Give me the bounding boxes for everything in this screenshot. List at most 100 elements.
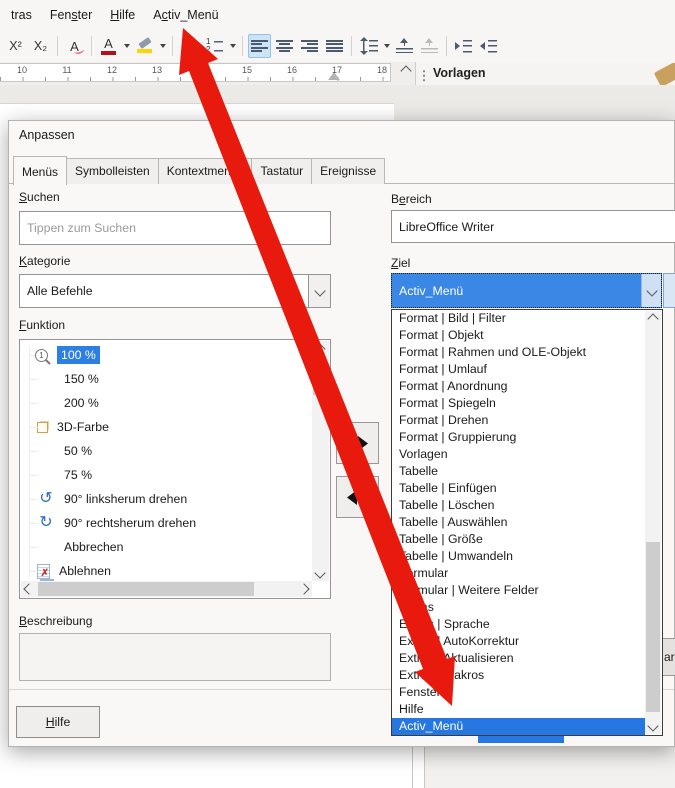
subscript-icon[interactable]: X₂ xyxy=(29,34,52,58)
scroll-left-icon[interactable] xyxy=(21,581,37,597)
remove-item-button[interactable] xyxy=(336,476,379,518)
target-option-tabelle-gr-e[interactable]: Tabelle | Größe xyxy=(392,531,645,548)
function-item-label: 3D-Farbe xyxy=(57,420,109,434)
menu-item-hilfe[interactable]: Hilfe xyxy=(101,4,144,26)
superscript-icon[interactable]: X² xyxy=(4,34,27,58)
target-menu-button[interactable] xyxy=(663,273,675,308)
tab-men-s[interactable]: Menüs xyxy=(13,156,67,185)
panel-edge-line xyxy=(424,747,425,788)
align-justify-icon[interactable] xyxy=(323,34,346,58)
align-left-icon[interactable] xyxy=(248,34,271,58)
help-button[interactable]: Hilfe xyxy=(16,706,100,738)
target-option-tabelle-ausw-hlen[interactable]: Tabelle | Auswählen xyxy=(392,514,645,531)
toolbar-separator xyxy=(351,36,352,56)
document-area-bottom xyxy=(0,747,675,788)
scroll-down-icon[interactable] xyxy=(645,718,661,734)
function-item-90-linksherum-drehen[interactable]: ↺90° linksherum drehen xyxy=(21,487,187,511)
target-option-format-gruppierung[interactable]: Format | Gruppierung xyxy=(392,429,645,446)
target-option-tabelle[interactable]: Tabelle xyxy=(392,463,645,480)
search-input[interactable] xyxy=(19,211,331,245)
target-option-format-objekt[interactable]: Format | Objekt xyxy=(392,327,645,344)
tab-symbolleisten[interactable]: Symbolleisten xyxy=(66,158,159,184)
target-option-formular-weitere-felder[interactable]: Formular | Weitere Felder xyxy=(392,582,645,599)
target-option-activ-men[interactable]: Activ_Menü xyxy=(392,718,645,735)
target-option-tabelle-einf-gen[interactable]: Tabelle | Einfügen xyxy=(392,480,645,497)
dropdown-scrollbar[interactable] xyxy=(645,311,661,734)
font-color-icon[interactable]: A xyxy=(97,34,120,58)
target-option-format-drehen[interactable]: Format | Drehen xyxy=(392,412,645,429)
category-select[interactable]: Alle Befehle xyxy=(19,274,331,308)
menu-item-activ-men[interactable]: Activ_Menü xyxy=(144,4,227,26)
rotate-left-icon: ↺ xyxy=(37,491,55,507)
target-dropdown-list[interactable]: Format | Bild | FilterFormat | ObjektFor… xyxy=(391,309,663,736)
function-item-100[interactable]: 1100 % xyxy=(21,343,100,367)
target-combobox[interactable]: Activ_Menü xyxy=(391,273,662,308)
decrease-indent-icon[interactable] xyxy=(477,34,500,58)
horizontal-ruler[interactable]: 101112131415161718 xyxy=(0,63,391,82)
target-option-format-anordnung[interactable]: Format | Anordnung xyxy=(392,378,645,395)
ruler-number: 18 xyxy=(372,65,392,75)
line-spacing-dropdown-icon[interactable] xyxy=(384,44,390,48)
function-item-50[interactable]: 50 % xyxy=(21,439,92,463)
clear-formatting-icon[interactable]: A xyxy=(63,34,86,58)
spotlight-brush-icon[interactable] xyxy=(654,61,675,87)
panel-drag-handle-icon[interactable] xyxy=(422,69,426,83)
target-option-tabelle-l-schen[interactable]: Tabelle | Löschen xyxy=(392,497,645,514)
target-option-extras-autokorrektur[interactable]: Extras | AutoKorrektur xyxy=(392,633,645,650)
function-item-75[interactable]: 75 % xyxy=(21,463,92,487)
function-item-200[interactable]: 200 % xyxy=(21,391,99,415)
function-item-150[interactable]: 150 % xyxy=(21,367,99,391)
target-option-hilfe[interactable]: Hilfe xyxy=(392,701,645,718)
scroll-down-icon[interactable] xyxy=(312,565,328,581)
clipped-standard-button[interactable]: ard xyxy=(662,638,675,676)
target-option-extras-sprache[interactable]: Extras | Sprache xyxy=(392,616,645,633)
increase-paragraph-spacing-icon[interactable] xyxy=(393,34,416,58)
scroll-right-icon[interactable] xyxy=(296,581,312,597)
increase-indent-icon[interactable] xyxy=(452,34,475,58)
menu-item-tras[interactable]: tras xyxy=(2,4,41,26)
highlight-dropdown-icon[interactable] xyxy=(160,44,166,48)
function-item-label: 75 % xyxy=(64,468,92,482)
function-list[interactable]: 1100 %150 %200 % 3D-Farbe 50 % 75 % ↺90° lin… xyxy=(19,339,331,599)
add-item-button[interactable] xyxy=(336,422,379,464)
dropdown-scroll-thumb[interactable] xyxy=(646,542,660,712)
category-dropdown-button[interactable] xyxy=(308,275,330,307)
scroll-up-icon[interactable] xyxy=(400,65,411,76)
numbered-list-icon[interactable]: 12 xyxy=(203,34,226,58)
bullet-list-icon[interactable] xyxy=(178,34,201,58)
function-list-vscrollbar[interactable] xyxy=(312,341,329,581)
target-option-format-umlauf[interactable]: Format | Umlauf xyxy=(392,361,645,378)
target-option-fenster[interactable]: Fenster xyxy=(392,684,645,701)
toolbar-separator xyxy=(446,36,447,56)
font-color-dropdown-icon[interactable] xyxy=(124,44,130,48)
numbered-list-dropdown-icon[interactable] xyxy=(230,44,236,48)
function-item-3d-farbe[interactable]: 3D-Farbe xyxy=(21,415,109,439)
target-option-extras-aktualisieren[interactable]: Extras | Aktualisieren xyxy=(392,650,645,667)
scroll-up-icon[interactable] xyxy=(312,341,328,357)
target-option-formular[interactable]: Formular xyxy=(392,565,645,582)
target-option-tabelle-umwandeln[interactable]: Tabelle | Umwandeln xyxy=(392,548,645,565)
hscroll-thumb[interactable] xyxy=(38,582,254,596)
line-spacing-icon[interactable] xyxy=(357,34,380,58)
tab-tastatur[interactable]: Tastatur xyxy=(251,158,312,184)
target-option-extras-makros[interactable]: Extras | Makros xyxy=(392,667,645,684)
target-option-extras[interactable]: Extras xyxy=(392,599,645,616)
target-option-vorlagen[interactable]: Vorlagen xyxy=(392,446,645,463)
function-list-hscrollbar[interactable] xyxy=(21,581,312,597)
highlight-color-icon[interactable] xyxy=(133,34,156,58)
scope-select[interactable]: LibreOffice Writer xyxy=(391,210,675,243)
function-item-90-rechtsherum-drehen[interactable]: ↻90° rechtsherum drehen xyxy=(21,511,196,535)
target-dropdown-button[interactable] xyxy=(641,274,661,307)
align-right-icon[interactable] xyxy=(298,34,321,58)
function-item-ablehnen[interactable]: ✗Ablehnen xyxy=(21,559,111,583)
scroll-up-icon[interactable] xyxy=(645,311,661,327)
align-center-icon[interactable] xyxy=(273,34,296,58)
target-option-format-bild-filter[interactable]: Format | Bild | Filter xyxy=(392,310,645,327)
function-item-abbrechen[interactable]: Abbrechen xyxy=(21,535,123,559)
tab-kontextmen-s[interactable]: Kontextmenüs xyxy=(158,158,253,184)
menu-item-fenster[interactable]: Fenster xyxy=(41,4,101,26)
tab-ereignisse[interactable]: Ereignisse xyxy=(311,158,385,184)
target-option-format-rahmen-und-ole-objekt[interactable]: Format | Rahmen und OLE-Objekt xyxy=(392,344,645,361)
target-option-format-spiegeln[interactable]: Format | Spiegeln xyxy=(392,395,645,412)
vscroll-thumb[interactable] xyxy=(313,362,328,395)
